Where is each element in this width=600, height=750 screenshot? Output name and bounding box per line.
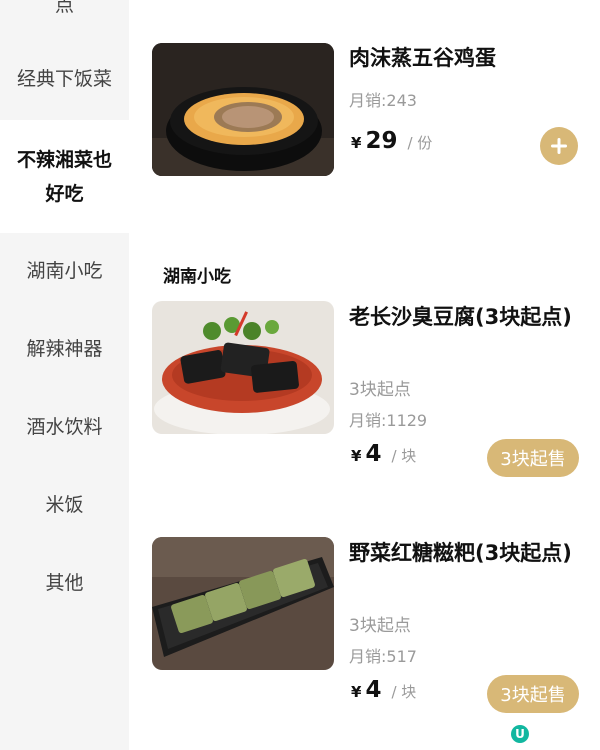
sidebar-item-partial[interactable]: 点 (0, 0, 129, 20)
dish-name: 野菜红糖糍粑(3块起点) (349, 541, 572, 565)
price-unit: / 份 (407, 134, 433, 152)
dish-sales: 月销:1129 (349, 411, 428, 430)
plus-icon (551, 138, 567, 154)
dish-price: ¥ 4 / 块 (351, 677, 416, 703)
sidebar-item-other[interactable]: 其他 (0, 568, 129, 598)
dish-image-rice-cake[interactable] (152, 537, 334, 670)
dish-name: 老长沙臭豆腐(3块起点) (349, 305, 572, 329)
section-title: 湖南小吃 (163, 267, 231, 287)
min-order-button[interactable]: 3块起售 (487, 675, 579, 713)
price-value: 4 (365, 677, 382, 703)
currency-symbol: ¥ (351, 134, 362, 152)
currency-symbol: ¥ (351, 683, 362, 701)
dish-price: ¥ 4 / 块 (351, 441, 416, 467)
sidebar-item-hunan-snacks[interactable]: 湖南小吃 (0, 256, 129, 286)
sidebar-item-rice[interactable]: 米饭 (0, 490, 129, 520)
price-unit: / 块 (391, 447, 417, 465)
dish-minimum-note: 3块起点 (349, 380, 411, 400)
sidebar-active-corner-top (0, 105, 129, 120)
sidebar-item-spice-relief[interactable]: 解辣神器 (0, 334, 129, 364)
sidebar-item-label: 不辣湘菜也好吃 (16, 148, 112, 205)
dish-image-steamed-egg[interactable] (152, 43, 334, 176)
min-order-button[interactable]: 3块起售 (487, 439, 579, 477)
sidebar-active-corner-bottom (0, 233, 129, 248)
dish-price: ¥ 29 / 份 (351, 128, 432, 154)
dish-image-stinky-tofu[interactable] (152, 301, 334, 434)
app-logo-icon: U (511, 725, 529, 743)
price-value: 4 (365, 441, 382, 467)
dish-minimum-note: 3块起点 (349, 616, 411, 636)
dish-name: 肉沫蒸五谷鸡蛋 (349, 46, 496, 70)
price-unit: / 块 (391, 683, 417, 701)
sidebar-item-classic-dishes[interactable]: 经典下饭菜 (0, 64, 129, 94)
add-to-cart-button[interactable] (540, 127, 578, 165)
dish-sales: 月销:517 (349, 647, 417, 666)
currency-symbol: ¥ (351, 447, 362, 465)
dish-sales: 月销:243 (349, 91, 417, 110)
sidebar-item-drinks[interactable]: 酒水饮料 (0, 412, 129, 442)
sidebar-item-not-spicy-hunan[interactable]: 不辣湘菜也好吃 (0, 120, 129, 233)
price-value: 29 (365, 128, 398, 154)
